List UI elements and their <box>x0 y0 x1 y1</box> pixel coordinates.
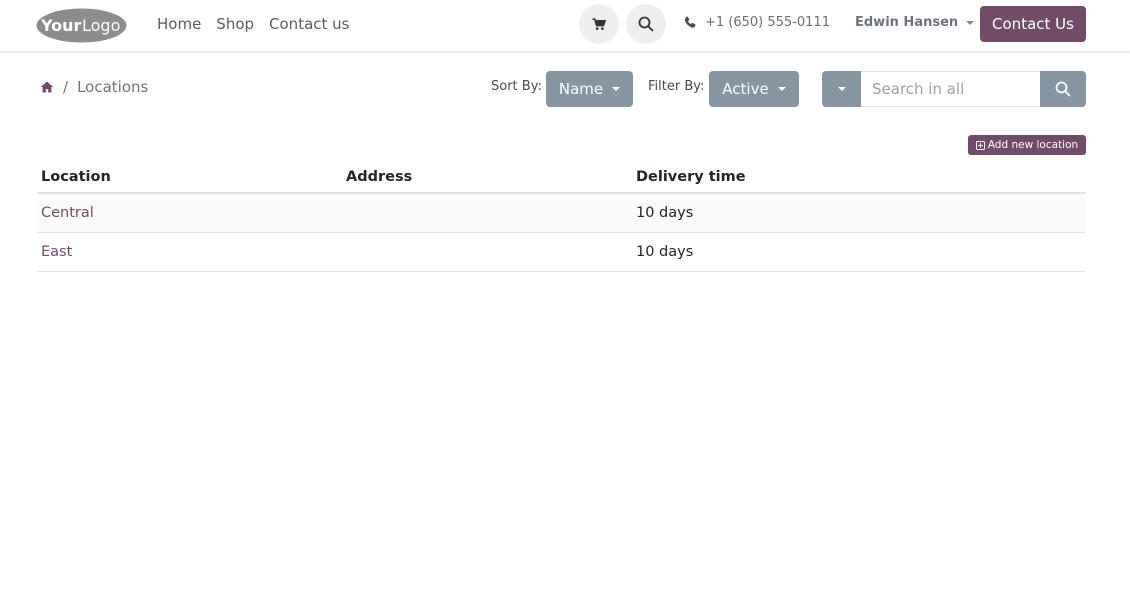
sort-dropdown[interactable]: Name <box>546 71 633 107</box>
brand-logo[interactable]: Your Logo <box>36 8 127 43</box>
column-header-delivery-time: Delivery time <box>636 169 746 185</box>
locations-table: Location Address Delivery time Central 1… <box>37 163 1086 272</box>
top-navbar: Your Logo Home Shop Contact us +1 (650) … <box>0 0 1130 52</box>
user-menu[interactable]: Edwin Hansen <box>855 15 975 30</box>
cart-icon <box>592 17 606 30</box>
table-row: Central 10 days <box>37 194 1086 233</box>
contact-us-button[interactable]: Contact Us <box>980 6 1086 42</box>
logo-text-light: Logo <box>82 16 120 35</box>
phone-contact[interactable]: +1 (650) 555-0111 <box>684 15 830 30</box>
user-name: Edwin Hansen <box>855 15 959 30</box>
header-search-button[interactable] <box>626 4 666 44</box>
nav-contact-link[interactable]: Contact us <box>269 14 349 34</box>
add-new-location-label: Add new location <box>987 139 1079 151</box>
location-link[interactable]: Central <box>41 205 94 221</box>
filter-value: Active <box>722 80 769 98</box>
plus-square-icon <box>975 140 985 150</box>
sort-label: Sort By: <box>491 79 542 94</box>
location-link[interactable]: East <box>41 244 72 260</box>
table-header: Location Address Delivery time <box>37 163 1086 194</box>
search-icon <box>638 16 654 32</box>
table-row: East 10 days <box>37 233 1086 272</box>
add-new-location-button[interactable]: Add new location <box>968 135 1086 155</box>
phone-icon <box>684 16 696 28</box>
main-nav: Home Shop Contact us <box>157 14 349 34</box>
column-header-location: Location <box>41 169 111 185</box>
chevron-down-icon <box>777 87 786 91</box>
sort-value: Name <box>558 80 604 98</box>
logo-text-bold: Your <box>40 16 82 35</box>
filter-dropdown[interactable]: Active <box>709 71 799 107</box>
nav-home-link[interactable]: Home <box>157 14 201 34</box>
chevron-down-icon <box>612 87 621 91</box>
nav-shop-link[interactable]: Shop <box>216 14 254 34</box>
delivery-time-cell: 10 days <box>636 205 694 221</box>
breadcrumb-separator: / <box>63 78 69 96</box>
search-group <box>822 71 1086 107</box>
search-scope-dropdown[interactable] <box>822 71 861 107</box>
delivery-time-cell: 10 days <box>636 244 694 260</box>
home-icon[interactable] <box>40 80 54 94</box>
cart-button[interactable] <box>579 4 619 44</box>
chevron-down-icon <box>837 87 846 91</box>
column-header-address: Address <box>346 169 413 185</box>
breadcrumb: / Locations <box>40 78 148 96</box>
phone-number: +1 (650) 555-0111 <box>705 15 830 30</box>
search-input[interactable] <box>861 71 1040 107</box>
chevron-down-icon <box>966 20 975 25</box>
search-icon <box>1055 81 1071 97</box>
breadcrumb-current: Locations <box>77 78 149 96</box>
search-submit-button[interactable] <box>1040 71 1086 107</box>
filter-label: Filter By: <box>648 79 705 94</box>
